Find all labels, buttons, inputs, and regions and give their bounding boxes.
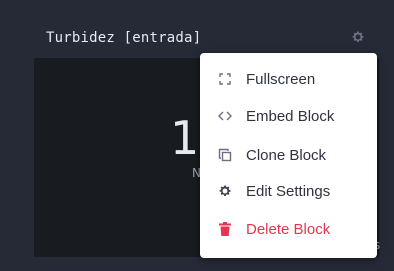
menu-item-label: Edit Settings — [246, 182, 331, 200]
menu-item-label: Embed Block — [246, 107, 335, 125]
block-context-menu: Fullscreen Embed Block Clone Block Edit … — [200, 53, 377, 258]
fullscreen-icon — [217, 71, 233, 87]
clone-icon — [217, 147, 233, 163]
trash-icon — [217, 221, 233, 237]
menu-item-fullscreen[interactable]: Fullscreen — [200, 63, 377, 95]
menu-item-label: Delete Block — [246, 220, 331, 238]
gear-icon — [217, 183, 233, 199]
menu-item-edit-settings[interactable]: Edit Settings — [200, 175, 377, 207]
menu-item-clone-block[interactable]: Clone Block — [200, 139, 377, 171]
menu-item-embed-block[interactable]: Embed Block — [200, 100, 377, 132]
block-title: Turbidez [entrada] — [46, 30, 202, 46]
menu-item-label: Clone Block — [246, 146, 327, 164]
gear-icon[interactable] — [351, 30, 365, 44]
code-icon — [217, 108, 233, 124]
menu-item-label: Fullscreen — [246, 70, 316, 88]
metric-value: 1 — [170, 111, 200, 165]
menu-item-delete-block[interactable]: Delete Block — [200, 213, 377, 245]
